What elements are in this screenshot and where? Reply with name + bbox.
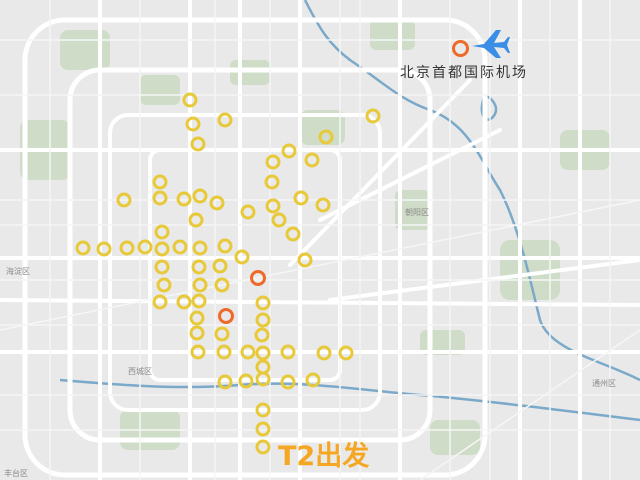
station-marker[interactable] xyxy=(191,259,207,275)
station-marker[interactable] xyxy=(315,197,331,213)
district-label-xicheng: 西城区 xyxy=(128,367,152,376)
station-marker[interactable] xyxy=(214,326,230,342)
district-label-haidian: 海淀区 xyxy=(6,267,30,276)
station-marker[interactable] xyxy=(255,421,271,437)
station-marker[interactable] xyxy=(271,212,287,228)
station-marker[interactable] xyxy=(154,241,170,257)
station-marker[interactable] xyxy=(264,174,280,190)
station-marker[interactable] xyxy=(255,439,271,455)
airplane-icon xyxy=(472,30,510,58)
station-marker[interactable] xyxy=(212,258,228,274)
station-markers xyxy=(75,92,381,455)
station-marker[interactable] xyxy=(254,327,270,343)
station-marker[interactable] xyxy=(209,195,225,211)
station-marker[interactable] xyxy=(189,310,205,326)
station-marker[interactable] xyxy=(265,154,281,170)
station-marker[interactable] xyxy=(255,312,271,328)
station-marker[interactable] xyxy=(192,240,208,256)
station-marker[interactable] xyxy=(154,259,170,275)
station-marker[interactable] xyxy=(172,239,188,255)
station-marker[interactable] xyxy=(75,240,91,256)
district-label-fengtai: 丰台区 xyxy=(4,469,28,478)
district-label-chaoyang: 朝阳区 xyxy=(405,208,429,217)
station-marker[interactable] xyxy=(119,240,135,256)
station-marker[interactable] xyxy=(152,174,168,190)
route-caption: T2出发 xyxy=(278,441,370,472)
station-marker[interactable] xyxy=(152,190,168,206)
station-marker[interactable] xyxy=(265,198,281,214)
ring-roads xyxy=(22,17,488,478)
station-marker[interactable] xyxy=(156,277,172,293)
station-marker[interactable] xyxy=(154,224,170,240)
station-marker[interactable] xyxy=(304,152,320,168)
station-marker[interactable] xyxy=(189,325,205,341)
station-marker[interactable] xyxy=(217,238,233,254)
station-marker[interactable] xyxy=(255,359,271,375)
airport-label: 北京首都国际机场 xyxy=(400,65,528,81)
city-map[interactable]: 海淀区 西城区 朝阳区 通州区 丰台区 北京首都国际机场 T2出发 xyxy=(0,0,640,480)
map-base xyxy=(0,0,640,480)
station-marker[interactable] xyxy=(285,226,301,242)
airport-location-marker[interactable] xyxy=(452,40,469,57)
highlight-marker[interactable] xyxy=(218,308,234,324)
district-label-tongzhou: 通州区 xyxy=(592,379,616,388)
station-marker[interactable] xyxy=(240,204,256,220)
